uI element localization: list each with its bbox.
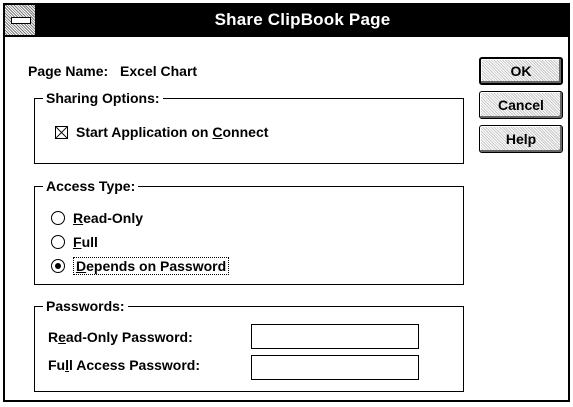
checkbox-checked-icon [55,125,68,139]
radio-depends-on-password[interactable]: Depends on Password [51,257,230,275]
full-access-password-label: Full Access Password: [48,357,200,373]
read-only-password-field[interactable] [251,324,419,349]
radio-selected-icon [51,259,65,273]
title-bar: Share ClipBook Page [5,5,568,37]
page-name-label: Page Name: [28,63,109,79]
page-name-value: Excel Chart [120,63,198,79]
radio-read-only[interactable]: Read-Only [51,210,143,226]
access-type-legend: Access Type: [43,178,139,194]
radio-full-label: Full [73,234,98,250]
access-type-group: Access Type: Read-Only Full Depends on P… [34,178,464,285]
ok-button[interactable]: OK [479,57,563,85]
radio-read-only-label: Read-Only [73,210,144,226]
passwords-legend: Passwords: [43,298,128,314]
full-access-password-field[interactable] [251,355,419,380]
start-application-label: Start Application on Connect [76,124,269,140]
system-menu-icon[interactable] [5,5,37,35]
radio-full[interactable]: Full [51,234,98,250]
sharing-options-group: Sharing Options: Start Application on Co… [34,90,464,164]
passwords-group: Passwords: Read-Only Password: Full Acce… [34,298,464,392]
radio-unselected-icon [51,235,65,249]
start-application-checkbox[interactable]: Start Application on Connect [55,124,268,140]
page-name-row: Page Name: Excel Chart [28,63,205,79]
radio-depends-on-password-label: Depends on Password [73,257,230,275]
radio-unselected-icon [51,211,65,225]
read-only-password-label: Read-Only Password: [48,329,193,345]
window-title: Share ClipBook Page [214,10,391,29]
help-button[interactable]: Help [479,125,563,153]
sharing-options-legend: Sharing Options: [43,90,163,106]
cancel-button[interactable]: Cancel [479,91,563,119]
share-clipbook-dialog: Share ClipBook Page Page Name: Excel Cha… [3,3,570,402]
